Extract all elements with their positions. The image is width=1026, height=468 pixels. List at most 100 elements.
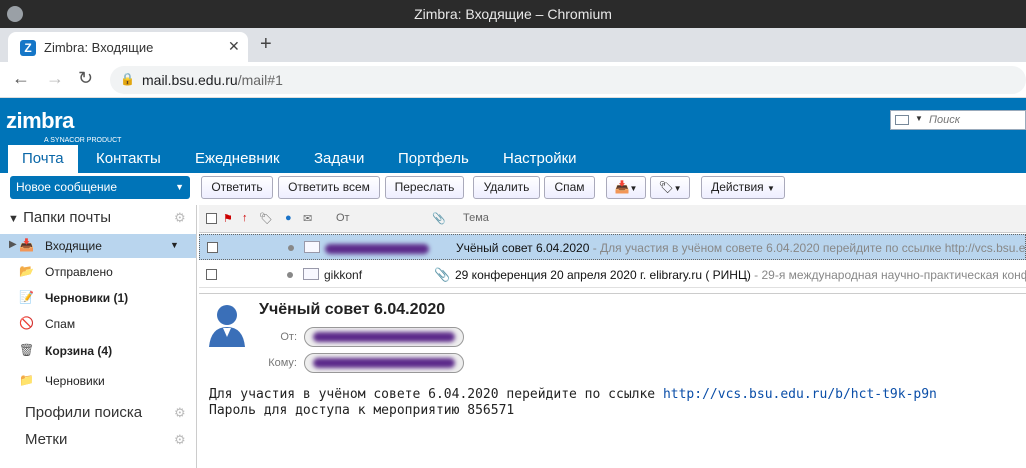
move-button[interactable]: 📥▼: [606, 176, 646, 199]
message-body: Для участия в учёном совете 6.04.2020 пе…: [209, 387, 937, 419]
tab-tasks[interactable]: Задачи: [300, 145, 378, 173]
reload-icon[interactable]: ↻: [78, 68, 93, 89]
to-address-pill[interactable]: [304, 353, 464, 373]
folder-sidebar: ▼ Папки почты ⚙ ▶ 📥 Входящие ▼ 📂 Отправл…: [0, 205, 197, 468]
logo-text: zimbra: [6, 108, 74, 133]
browser-tab[interactable]: Z Zimbra: Входящие ✕: [8, 32, 248, 62]
envelope-icon: [303, 268, 319, 280]
delete-button[interactable]: Удалить: [473, 176, 540, 199]
tab-close-icon[interactable]: ✕: [228, 38, 240, 55]
tab-contacts[interactable]: Контакты: [82, 145, 175, 173]
read-dot-icon[interactable]: [287, 272, 293, 278]
col-from[interactable]: От: [336, 212, 350, 224]
search-profiles-header[interactable]: Профили поиска: [25, 404, 142, 421]
trash-icon: 🗑: [19, 343, 35, 357]
chevron-down-icon[interactable]: ▼: [175, 176, 184, 199]
sidebar-item-sent[interactable]: 📂 Отправлено: [0, 260, 196, 284]
redacted-recipient: [313, 358, 455, 368]
sidebar-item-drafts[interactable]: 📝 Черновики (1): [0, 286, 196, 310]
actions-button[interactable]: Действия ▼: [701, 176, 785, 199]
table-row[interactable]: gikkonf 📎 29 конференция 20 апреля 2020 …: [199, 262, 1026, 288]
col-subject[interactable]: Тема: [463, 212, 489, 224]
search-input[interactable]: [929, 113, 1023, 127]
lock-icon: 🔒: [120, 72, 135, 86]
list-header: ⚑ ↑ 🏷 ● ✉ От 📎 Тема: [199, 205, 1026, 233]
address-bar[interactable]: 🔒 mail.bsu.edu.ru/mail#1: [110, 66, 1026, 94]
url-path: /mail#1: [237, 72, 283, 88]
tab-briefcase[interactable]: Портфель: [384, 145, 483, 173]
body-link[interactable]: http://vcs.bsu.edu.ru/b/hct-t9k-p9n: [663, 387, 937, 402]
url-host: mail.bsu.edu.ru: [142, 72, 238, 88]
body-line-1: Для участия в учёном совете 6.04.2020 пе…: [209, 387, 663, 402]
search-type-dropdown-icon[interactable]: ▼: [915, 114, 923, 123]
redacted-sender: [325, 243, 429, 254]
chevron-down-icon: ▼: [767, 184, 775, 193]
folder-name: Отправлено: [45, 265, 113, 279]
tags-header[interactable]: Метки: [25, 431, 67, 448]
gear-icon[interactable]: ⚙: [174, 405, 186, 421]
row-from: [325, 241, 429, 255]
sidebar-item-spam[interactable]: 🚫 Спам: [0, 312, 196, 336]
table-row[interactable]: Учёный совет 6.04.2020 - Для участия в у…: [199, 234, 1026, 260]
tab-mail[interactable]: Почта: [8, 145, 78, 173]
tag-icon[interactable]: 🏷: [259, 212, 273, 225]
sidebar-item-trash[interactable]: 🗑 Корзина (4): [0, 339, 196, 363]
folder-icon: 📁: [19, 373, 34, 387]
message-list: ⚑ ↑ 🏷 ● ✉ От 📎 Тема Учёный совет 6.04.20…: [199, 205, 1026, 293]
attachment-icon[interactable]: 📎: [432, 212, 446, 225]
collapse-icon[interactable]: ▼: [8, 213, 19, 225]
unread-icon[interactable]: ●: [285, 212, 292, 224]
sidebar-item-drafts-folder[interactable]: 📁 Черновики: [0, 369, 196, 393]
drafts-icon: 📝: [19, 290, 34, 304]
window-title: Zimbra: Входящие – Chromium: [414, 6, 612, 22]
new-message-label: Новое сообщение: [16, 180, 118, 194]
attachment-icon: 📎: [434, 267, 451, 282]
zimbra-header: zimbra A SYNACOR PRODUCT ▼ Почта Контакт…: [0, 98, 1026, 173]
sidebar-item-inbox[interactable]: ▶ 📥 Входящие ▼: [0, 234, 196, 258]
window-titlebar: Zimbra: Входящие – Chromium: [0, 0, 1026, 28]
tab-preferences[interactable]: Настройки: [489, 145, 591, 173]
tag-button[interactable]: 🏷▼: [650, 176, 690, 199]
chevron-down-icon: ▼: [673, 184, 682, 193]
from-address-pill[interactable]: [304, 327, 464, 347]
priority-icon[interactable]: ↑: [242, 212, 248, 224]
forward-button[interactable]: Переслать: [385, 176, 464, 199]
chevron-down-icon: ▼: [629, 184, 638, 193]
row-fragment: - 29-я международная научно-практическая…: [750, 268, 1026, 282]
gear-icon[interactable]: ⚙: [174, 210, 186, 226]
select-all-checkbox[interactable]: [206, 213, 217, 224]
expand-icon[interactable]: ▶: [9, 239, 17, 250]
tab-strip: Z Zimbra: Входящие ✕ +: [0, 28, 1026, 62]
row-checkbox[interactable]: [207, 242, 218, 253]
spam-button[interactable]: Спам: [544, 176, 595, 199]
forward-icon[interactable]: →: [46, 68, 64, 89]
status-icon[interactable]: ✉: [303, 212, 312, 225]
logo-subtext: A SYNACOR PRODUCT: [44, 137, 122, 144]
redacted-sender: [313, 332, 455, 342]
search-box: ▼: [890, 110, 1026, 130]
move-folder-icon: 📥: [614, 180, 630, 194]
inbox-icon: 📥: [19, 238, 34, 252]
back-icon[interactable]: ←: [12, 68, 30, 89]
chevron-down-icon[interactable]: ▼: [170, 240, 179, 250]
tab-title: Zimbra: Входящие: [44, 40, 154, 55]
read-dot-icon[interactable]: [288, 245, 294, 251]
zimbra-favicon-icon: Z: [20, 40, 36, 56]
reply-button[interactable]: Ответить: [201, 176, 273, 199]
tab-calendar[interactable]: Ежедневник: [181, 145, 294, 173]
flag-icon[interactable]: ⚑: [223, 212, 233, 225]
from-label: От:: [280, 331, 297, 343]
reply-all-button[interactable]: Ответить всем: [278, 176, 380, 199]
folder-name: Входящие: [45, 239, 102, 253]
new-message-button[interactable]: Новое сообщение ▼: [10, 176, 190, 199]
mail-icon[interactable]: [895, 115, 909, 125]
message-subject: Учёный совет 6.04.2020: [259, 301, 446, 318]
row-checkbox[interactable]: [206, 269, 217, 280]
mail-folders-header[interactable]: ▼ Папки почты: [8, 209, 111, 226]
browser-toolbar: ← → ↻ 🔒 mail.bsu.edu.ru/mail#1: [0, 62, 1026, 98]
action-toolbar: Новое сообщение ▼ Ответить Ответить всем…: [0, 173, 1026, 205]
gear-icon[interactable]: ⚙: [174, 432, 186, 448]
reading-pane: Учёный совет 6.04.2020 От: Кому: Для уча…: [199, 297, 1026, 468]
zimbra-logo[interactable]: zimbra A SYNACOR PRODUCT: [6, 108, 121, 144]
new-tab-icon[interactable]: +: [260, 33, 272, 56]
